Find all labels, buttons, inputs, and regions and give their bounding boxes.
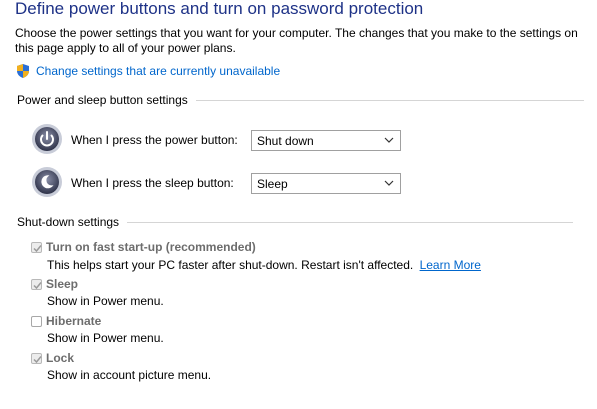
fast-startup-desc-text: This helps start your PC faster after sh… — [47, 258, 414, 272]
lock-option-description: Show in account picture menu. — [47, 368, 212, 382]
power-button-label: When I press the power button: — [71, 133, 238, 147]
sleep-button-select[interactable]: Sleep — [251, 173, 401, 194]
lock-option[interactable]: Lock — [31, 351, 74, 365]
power-button-select-value: Shut down — [257, 133, 314, 148]
chevron-down-icon — [384, 180, 394, 186]
sleep-option-label: Sleep — [46, 277, 79, 291]
shutdown-section-heading: Shut-down settings — [17, 215, 574, 229]
fast-startup-option[interactable]: Turn on fast start-up (recommended) — [31, 240, 256, 254]
page-description: Choose the power settings that you want … — [15, 26, 578, 55]
chevron-down-icon — [384, 137, 394, 143]
uac-shield-icon — [15, 63, 31, 79]
fast-startup-description: This helps start your PC faster after sh… — [47, 258, 481, 272]
page-title: Define power buttons and turn on passwor… — [15, 0, 424, 18]
hibernate-option[interactable]: Hibernate — [31, 314, 101, 328]
section-divider — [127, 221, 574, 223]
change-settings-link-row[interactable]: Change settings that are currently unava… — [15, 62, 280, 80]
sleep-button-label: When I press the sleep button: — [71, 176, 234, 190]
lock-option-label: Lock — [46, 351, 75, 365]
change-settings-link[interactable]: Change settings that are currently unava… — [36, 64, 280, 78]
power-button-icon — [31, 123, 63, 155]
fast-startup-label: Turn on fast start-up (recommended) — [46, 240, 256, 254]
sleep-option-description: Show in Power menu. — [47, 294, 164, 308]
section-divider — [195, 99, 584, 101]
section-heading: Power and sleep button settings — [17, 93, 188, 107]
power-sleep-section-heading: Power and sleep button settings — [17, 93, 584, 107]
sleep-button-select-value: Sleep — [257, 176, 288, 191]
sleep-button-row — [31, 166, 63, 198]
sleep-button-icon — [31, 166, 63, 198]
fast-startup-checkbox[interactable] — [31, 241, 42, 253]
learn-more-link[interactable]: Learn More — [420, 258, 481, 272]
hibernate-option-label: Hibernate — [46, 314, 102, 328]
sleep-checkbox[interactable] — [31, 278, 42, 290]
power-button-row — [31, 123, 63, 155]
lock-checkbox[interactable] — [31, 352, 42, 364]
hibernate-option-description: Show in Power menu. — [47, 331, 164, 345]
section-heading: Shut-down settings — [17, 215, 120, 229]
power-button-select[interactable]: Shut down — [251, 130, 401, 151]
hibernate-checkbox[interactable] — [31, 315, 42, 327]
sleep-option[interactable]: Sleep — [31, 277, 78, 291]
